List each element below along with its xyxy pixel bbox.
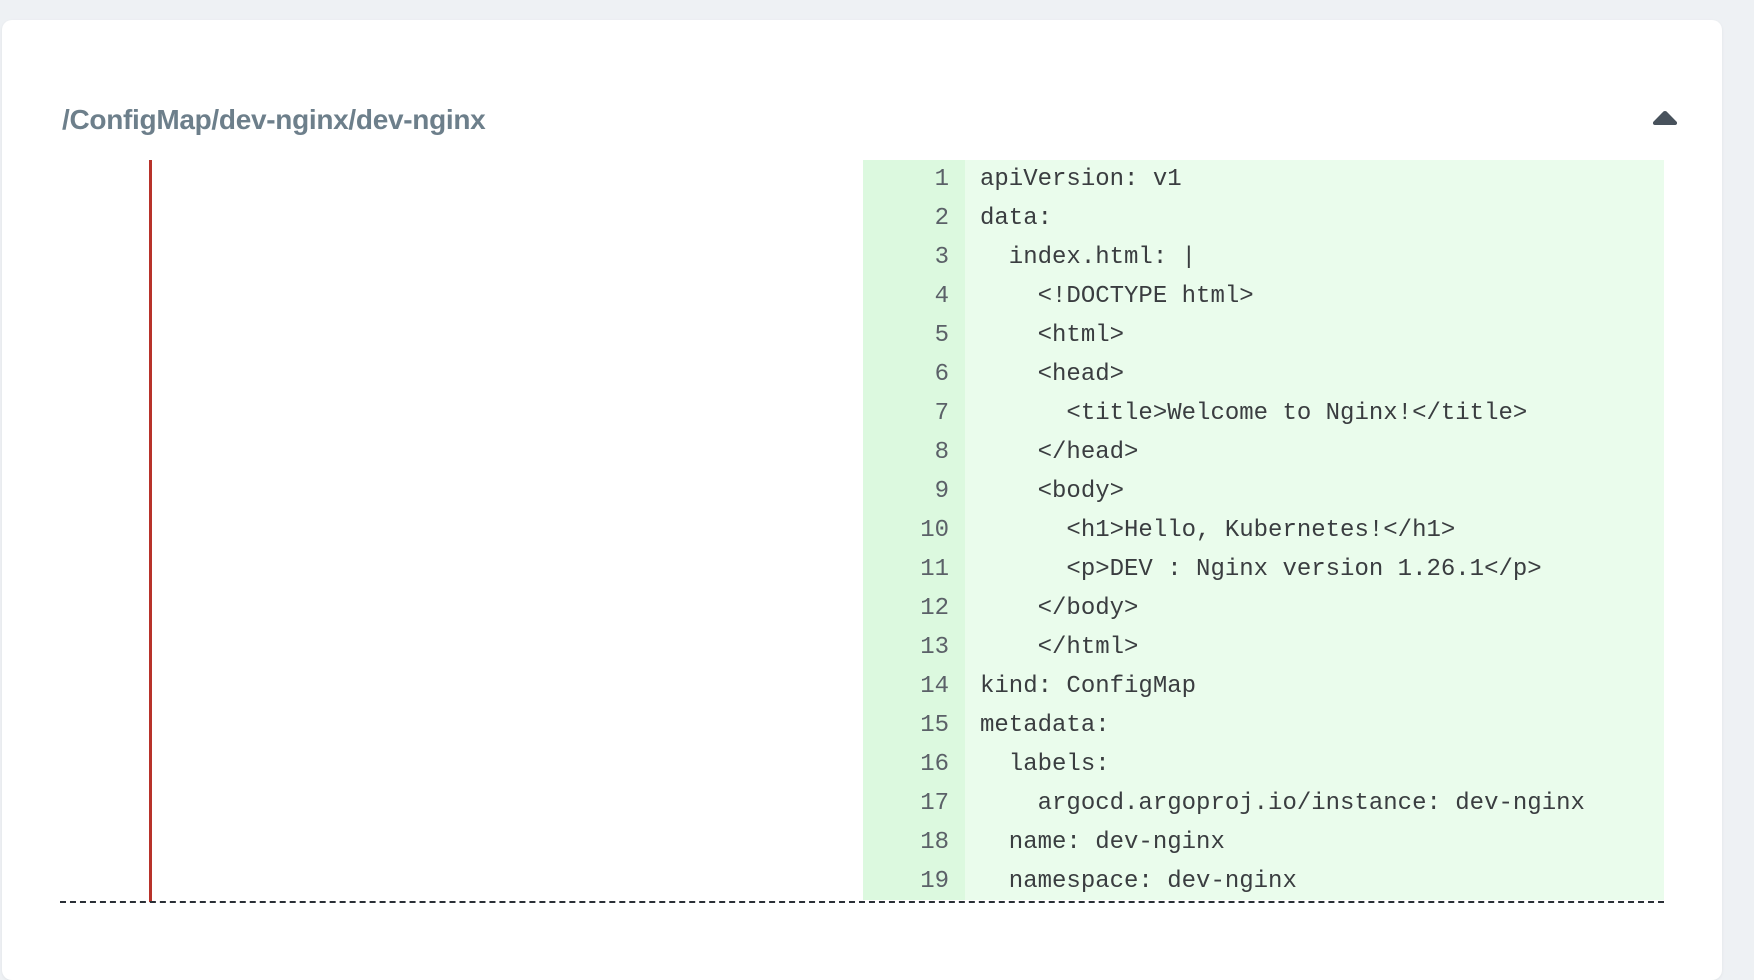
diff-line: 16 labels: — [863, 745, 1664, 784]
diff-line: 1 apiVersion: v1 — [863, 160, 1664, 199]
line-code: <head> — [980, 361, 1125, 388]
diff-left-pane — [60, 160, 863, 902]
diff-line: 4 <!DOCTYPE html> — [863, 277, 1664, 316]
diff-line: 3 index.html: | — [863, 238, 1664, 277]
diff-right-pane: 1 apiVersion: v1 2 data: 3 index.html: | 4 <!… — [863, 160, 1664, 900]
line-code: <!DOCTYPE html> — [980, 283, 1254, 310]
line-number: 19 — [920, 868, 949, 895]
diff-line: 15 metadata: — [863, 706, 1664, 745]
caret-up-icon — [1652, 111, 1678, 125]
line-number: 11 — [920, 556, 949, 583]
line-number: 1 — [934, 166, 949, 193]
line-number: 16 — [920, 751, 949, 778]
diff-line: 12 </body> — [863, 589, 1664, 628]
diff-line: 5 <html> — [863, 316, 1664, 355]
line-number: 4 — [934, 283, 949, 310]
line-number: 3 — [934, 244, 949, 271]
line-number: 13 — [920, 634, 949, 661]
line-number: 17 — [920, 790, 949, 817]
diff-line: 17 argocd.argoproj.io/instance: dev-ngin… — [863, 784, 1664, 823]
diff-line: 6 <head> — [863, 355, 1664, 394]
diff-viewer: 1 apiVersion: v1 2 data: 3 index.html: | 4 <!… — [60, 160, 1664, 902]
line-code: </head> — [980, 439, 1139, 466]
line-code: <body> — [980, 478, 1125, 505]
line-number: 6 — [934, 361, 949, 388]
line-code: <p>DEV : Nginx version 1.26.1</p> — [980, 556, 1542, 583]
diff-line: 19 namespace: dev-nginx — [863, 862, 1664, 901]
line-number: 18 — [920, 829, 949, 856]
line-code: name: dev-nginx — [980, 829, 1225, 856]
line-code: <title>Welcome to Nginx!</title> — [980, 400, 1528, 427]
line-number: 8 — [934, 439, 949, 466]
diff-bottom-divider — [60, 901, 1664, 903]
line-code: index.html: | — [980, 244, 1197, 271]
line-number: 9 — [934, 478, 949, 505]
diff-line: 9 <body> — [863, 472, 1664, 511]
diff-line: 13 </html> — [863, 628, 1664, 667]
line-code: argocd.argoproj.io/instance: dev-nginx — [980, 790, 1585, 817]
line-number: 10 — [920, 517, 949, 544]
diff-line: 18 name: dev-nginx — [863, 823, 1664, 862]
line-code: <h1>Hello, Kubernetes!</h1> — [980, 517, 1456, 544]
diff-line: 8 </head> — [863, 433, 1664, 472]
line-code: <html> — [980, 322, 1125, 349]
line-code: </html> — [980, 634, 1139, 661]
line-number: 5 — [934, 322, 949, 349]
resource-path-title: /ConfigMap/dev-nginx/dev-nginx — [62, 104, 486, 135]
line-number: 2 — [934, 205, 949, 232]
line-number: 15 — [920, 712, 949, 739]
line-number: 12 — [920, 595, 949, 622]
line-number: 7 — [934, 400, 949, 427]
line-code: apiVersion: v1 — [980, 166, 1182, 193]
collapse-button[interactable] — [1652, 110, 1678, 126]
line-number: 14 — [920, 673, 949, 700]
line-code: metadata: — [980, 712, 1110, 739]
diff-line: 2 data: — [863, 199, 1664, 238]
line-code: labels: — [980, 751, 1110, 778]
line-code: namespace: dev-nginx — [980, 868, 1297, 895]
diff-line: 10 <h1>Hello, Kubernetes!</h1> — [863, 511, 1664, 550]
diff-line: 11 <p>DEV : Nginx version 1.26.1</p> — [863, 550, 1664, 589]
diff-line: 7 <title>Welcome to Nginx!</title> — [863, 394, 1664, 433]
line-code: data: — [980, 205, 1053, 232]
removed-gutter-marker — [149, 160, 152, 902]
diff-line: 14 kind: ConfigMap — [863, 667, 1664, 706]
line-code: </body> — [980, 595, 1139, 622]
line-code: kind: ConfigMap — [980, 673, 1197, 700]
